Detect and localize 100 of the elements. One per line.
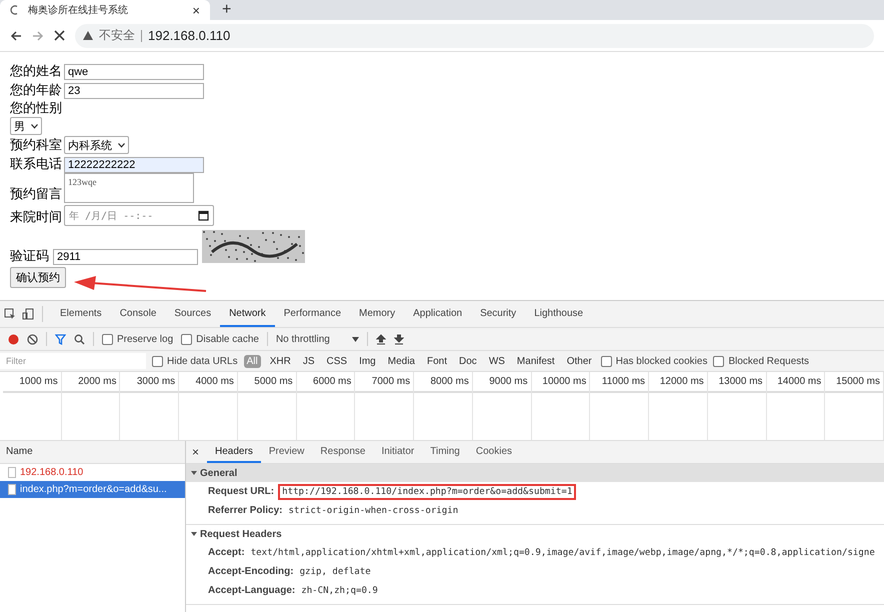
address-bar[interactable]: 不安全 192.168.0.110 — [75, 24, 874, 48]
search-icon[interactable] — [74, 334, 85, 344]
type-filter-button[interactable]: CSS — [324, 354, 350, 368]
browser-tab[interactable]: 梅奥诊所在线挂号系统 × — [0, 0, 210, 20]
timeline-tick-label: 11000 ms — [590, 372, 648, 393]
timeline-tick-label: 10000 ms — [532, 372, 590, 393]
checkbox[interactable]: Preserve log — [102, 334, 174, 344]
field-label: 预约留言 — [10, 185, 62, 203]
field-label: 验证码 — [10, 247, 49, 265]
type-filter-button[interactable]: Manifest — [514, 354, 558, 368]
type-filter-button[interactable]: JS — [300, 354, 318, 368]
detail-tab[interactable]: Cookies — [468, 441, 520, 463]
timeline-tick-label: 2000 ms — [62, 372, 120, 393]
close-button[interactable]: × — [192, 441, 208, 463]
type-filter-button[interactable]: Other — [564, 354, 595, 368]
caret-icon — [352, 336, 359, 342]
devtools-tab[interactable]: Memory — [350, 301, 404, 327]
document-icon — [8, 484, 16, 495]
detail-tab[interactable]: Preview — [260, 441, 312, 463]
datetime-field[interactable]: 年 /月/日 --:-- — [64, 205, 214, 226]
back-arrow-icon[interactable] — [10, 30, 22, 42]
field-label: 来院时间 — [10, 208, 62, 226]
filter-icon[interactable] — [55, 334, 66, 344]
type-filter-button[interactable]: XHR — [266, 354, 294, 368]
type-filter-button[interactable]: Doc — [456, 354, 480, 368]
section-header[interactable]: Request Headers — [186, 525, 884, 543]
upload-icon[interactable] — [376, 334, 386, 344]
checkbox[interactable]: Hide data URLs — [152, 356, 238, 366]
inspect-element-icon[interactable] — [4, 308, 16, 320]
timeline-tick-label: 15000 ms — [825, 372, 883, 393]
timeline-tick-label: 1000 ms — [3, 372, 61, 393]
disclosure-triangle-icon — [191, 470, 197, 476]
calendar-icon — [198, 210, 209, 221]
header-value: http://192.168.0.110/index.php?m=order&o=add&submit=1 — [278, 484, 576, 500]
checkbox[interactable]: Disable cache — [181, 334, 259, 344]
confirm-appointment-button[interactable]: 确认预约 — [10, 267, 66, 288]
disclosure-triangle-icon — [191, 531, 197, 537]
field-label: 您的性别 — [10, 99, 62, 117]
timeline-tick-label: 4000 ms — [179, 372, 237, 393]
chevron-down-icon — [31, 124, 38, 128]
section-header[interactable]: General — [186, 464, 884, 482]
header-name: Accept-Encoding: — [208, 566, 294, 577]
devtools-tab[interactable]: Application — [404, 301, 472, 327]
timeline-tick-label: 3000 ms — [120, 372, 178, 393]
devtools-tab[interactable]: Console — [110, 301, 166, 327]
document-icon — [8, 467, 16, 478]
header-value: strict-origin-when-cross-origin — [287, 504, 460, 516]
clear-icon[interactable] — [27, 334, 38, 344]
timeline-tick-label: 12000 ms — [649, 372, 707, 393]
loading-spinner-icon — [10, 5, 20, 15]
devtools-tab[interactable]: Performance — [274, 301, 350, 327]
device-toggle-icon[interactable] — [22, 308, 34, 320]
checkbox[interactable]: Has blocked cookies — [600, 356, 708, 366]
header-value: gzip, deflate — [298, 566, 372, 578]
timeline-tick-label: 6000 ms — [296, 372, 354, 393]
select-dropdown[interactable]: 内科系统 — [64, 136, 129, 154]
field-label: 您的年龄 — [10, 81, 62, 99]
timeline-tick-label: 9000 ms — [472, 372, 531, 393]
checkbox[interactable]: Blocked Requests — [713, 356, 810, 366]
field-label: 预约科室 — [10, 136, 62, 154]
download-icon[interactable] — [394, 334, 404, 344]
type-filter-button[interactable]: Img — [356, 354, 379, 368]
devtools-tab[interactable]: Sources — [165, 301, 220, 327]
close-tab-button[interactable]: × — [192, 2, 200, 18]
record-icon[interactable] — [8, 334, 19, 344]
header-value: text/html,application/xhtml+xml,application/xml;q=0.9,image/avif,image/webp,image/apng,*/*;q=0.8,application/signe — [250, 546, 876, 558]
timeline-tick-label: 8000 ms — [414, 372, 472, 393]
timeline-tick-label: 7000 ms — [355, 372, 414, 393]
header-name: Accept-Language: — [208, 585, 296, 596]
devtools-tab[interactable]: Lighthouse — [525, 301, 592, 327]
type-filter-button[interactable]: Media — [384, 354, 418, 368]
chevron-down-icon — [118, 142, 125, 148]
timeline-tick-label: 14000 ms — [766, 372, 824, 393]
stop-icon[interactable] — [54, 30, 65, 41]
request-row[interactable]: 192.168.0.110 — [0, 464, 185, 481]
text-field[interactable]: qwe — [64, 64, 204, 80]
timeline-tick-label: 5000 ms — [238, 372, 296, 393]
field-label: 联系电话 — [10, 155, 62, 173]
text-field[interactable]: 12222222222 — [64, 157, 204, 173]
warning-icon — [83, 31, 93, 40]
new-tab-button[interactable]: + — [222, 2, 232, 18]
header-value: zh-CN,zh;q=0.9 — [300, 584, 379, 596]
detail-tab[interactable]: Initiator — [373, 441, 422, 463]
type-filter-button[interactable]: WS — [486, 354, 508, 368]
throttling-dropdown[interactable]: No throttling — [276, 334, 359, 344]
detail-tab[interactable]: Response — [312, 441, 374, 463]
message-textarea[interactable]: 123wqe — [64, 173, 194, 203]
header-name: Referrer Policy: — [208, 505, 282, 516]
request-row[interactable]: index.php?m=order&o=add&su... — [0, 481, 185, 498]
devtools-tab[interactable]: Elements — [51, 301, 111, 327]
text-field[interactable]: 23 — [64, 83, 204, 99]
field-label: 您的姓名 — [10, 62, 62, 80]
header-name: Accept: — [208, 547, 245, 558]
detail-tab[interactable]: Timing — [422, 441, 468, 463]
type-filter-button[interactable]: Font — [424, 354, 450, 368]
captcha-field[interactable]: 2911 — [53, 249, 198, 265]
devtools-tab[interactable]: Security — [471, 301, 526, 327]
select-dropdown[interactable]: 男 — [10, 117, 42, 135]
header-name: Request URL: — [208, 486, 274, 497]
column-header: Name — [0, 441, 185, 464]
